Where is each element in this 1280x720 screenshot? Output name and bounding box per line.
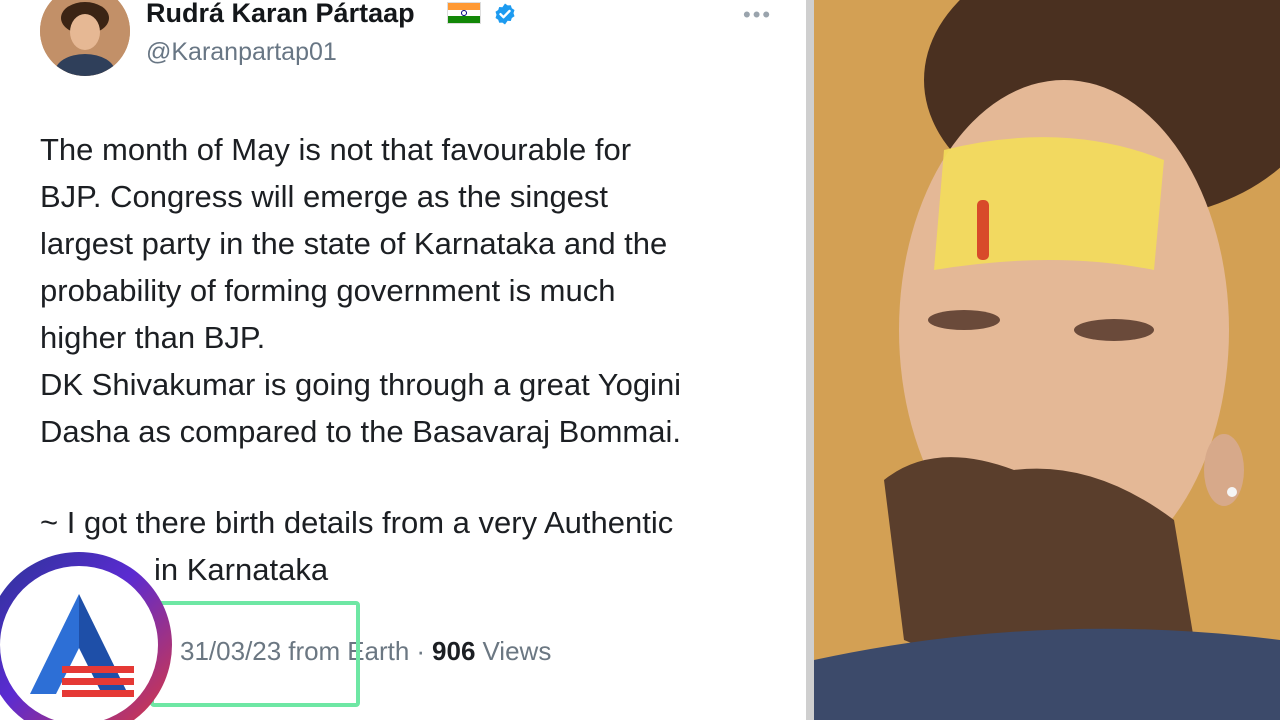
author-avatar[interactable] bbox=[40, 0, 130, 76]
meta-separator: · bbox=[416, 636, 426, 666]
tweet-line: probability of forming government is muc… bbox=[40, 273, 616, 308]
tweet-line: The month of May is not that favourable … bbox=[40, 132, 632, 167]
tweet-line: largest party in the state of Karnataka … bbox=[40, 226, 668, 261]
tweet-line: BJP. Congress will emerge as the singest bbox=[40, 179, 609, 214]
tweet-line: higher than BJP. bbox=[40, 320, 266, 355]
avatar-image bbox=[40, 0, 130, 76]
tweet-line: Dasha as compared to the Basavaraj Bomma… bbox=[40, 414, 681, 449]
tweet-card: Rudrá Karan Pártaap @Karanpartap01 ••• T… bbox=[0, 0, 806, 720]
date-highlight-box bbox=[150, 601, 360, 707]
portrait-photo bbox=[814, 0, 1280, 720]
more-options-icon[interactable]: ••• bbox=[743, 2, 772, 28]
logo-inner bbox=[0, 566, 158, 720]
author-name[interactable]: Rudrá Karan Pártaap bbox=[146, 0, 415, 29]
views-count[interactable]: 906 bbox=[432, 636, 475, 667]
logo-mark-icon bbox=[30, 594, 134, 697]
tweet-text: The month of May is not that favourable … bbox=[40, 126, 790, 593]
author-handle[interactable]: @Karanpartap01 bbox=[146, 38, 337, 67]
views-label: Views bbox=[482, 636, 552, 666]
verified-badge-icon bbox=[495, 3, 515, 25]
portrait-image bbox=[814, 0, 1280, 720]
tweet-note-line: in Karnataka bbox=[154, 552, 329, 587]
india-flag-icon bbox=[447, 2, 481, 24]
tweet-line: DK Shivakumar is going through a great Y… bbox=[40, 367, 682, 402]
tweet-note-line: ~ I got there birth details from a very … bbox=[40, 505, 674, 540]
panel-divider bbox=[806, 0, 814, 720]
